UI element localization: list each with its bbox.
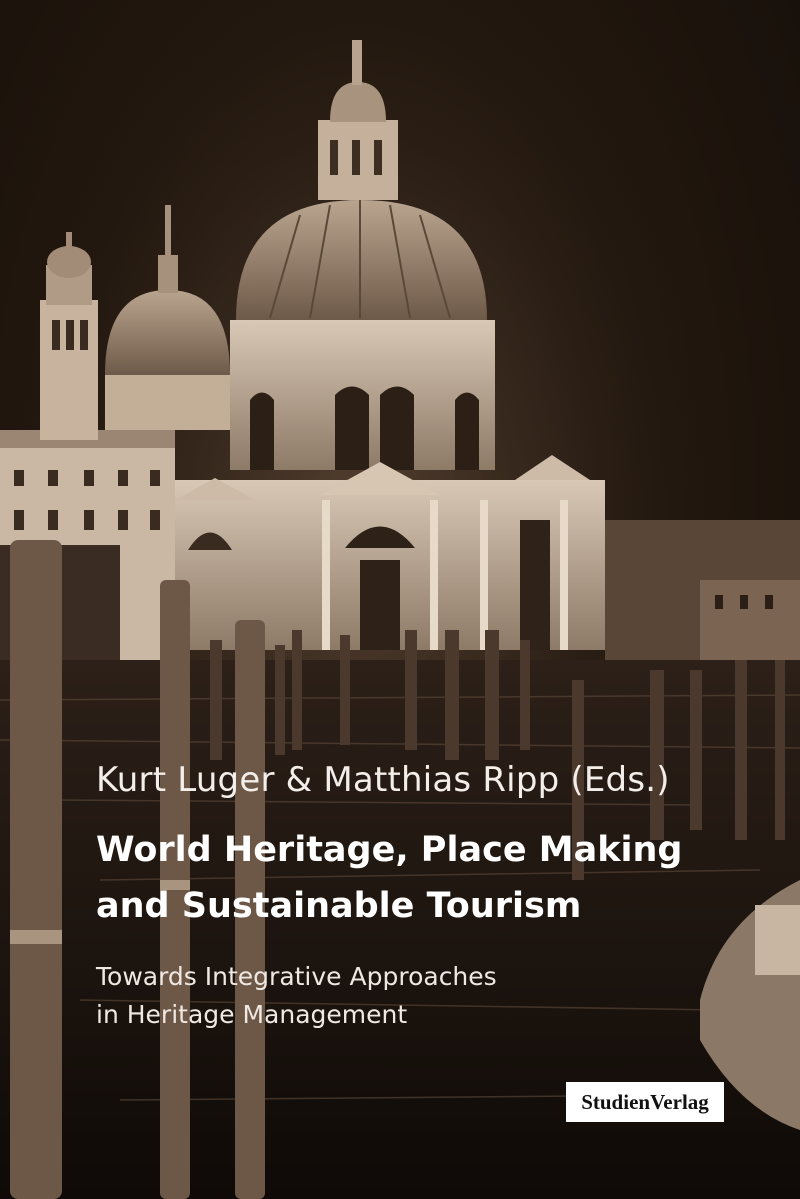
publisher-logo: StudienVerlag bbox=[566, 1082, 724, 1122]
editors-line: Kurt Luger & Matthias Ripp (Eds.) bbox=[96, 760, 670, 800]
book-subtitle: Towards Integrative Approaches in Herita… bbox=[96, 958, 736, 1034]
book-subtitle-line-1: Towards Integrative Approaches bbox=[96, 962, 497, 991]
book-title-line-2: and Sustainable Tourism bbox=[96, 886, 582, 926]
cover-text-block: Kurt Luger & Matthias Ripp (Eds.) World … bbox=[96, 760, 736, 1034]
book-cover: Kurt Luger & Matthias Ripp (Eds.) World … bbox=[0, 0, 800, 1199]
book-subtitle-line-2: in Heritage Management bbox=[96, 1000, 408, 1029]
book-title: World Heritage, Place Making and Sustain… bbox=[96, 822, 736, 934]
book-title-line-1: World Heritage, Place Making bbox=[96, 830, 683, 870]
publisher-name: StudienVerlag bbox=[581, 1089, 709, 1114]
